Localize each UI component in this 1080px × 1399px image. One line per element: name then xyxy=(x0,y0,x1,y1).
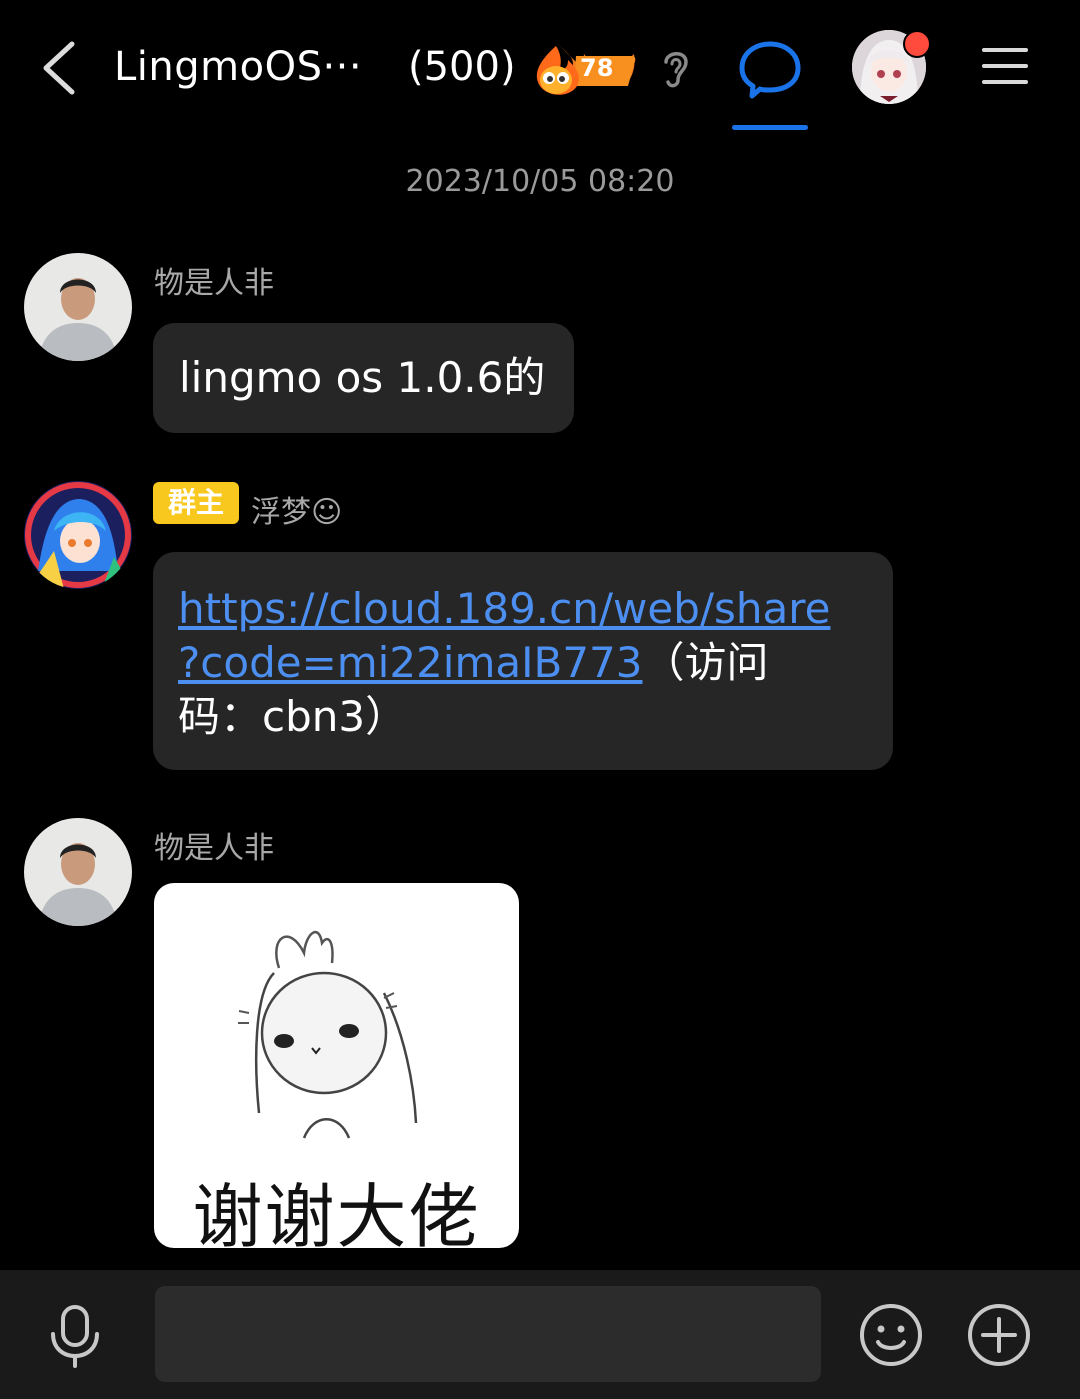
member-count: (500) xyxy=(408,44,516,90)
sender-name: 物是人非 xyxy=(154,266,274,301)
ear-icon[interactable] xyxy=(658,46,694,90)
sender-name: 浮梦☺ xyxy=(251,495,343,530)
sender-avatar[interactable] xyxy=(24,253,132,361)
message-bubble[interactable]: lingmo os 1.0.6的 xyxy=(153,323,574,433)
rabbit-sticker-icon xyxy=(238,930,418,1139)
sender-avatar[interactable] xyxy=(24,818,132,926)
fire-level: 78 xyxy=(580,54,614,82)
plus-icon[interactable] xyxy=(966,1302,1032,1368)
microphone-icon[interactable] xyxy=(46,1304,104,1370)
sticker-image[interactable]: 谢谢大佬 xyxy=(154,883,519,1248)
notification-dot xyxy=(903,30,931,58)
message-text: 码：cbn3） xyxy=(178,692,408,741)
message-bubble[interactable]: https://cloud.189.cn/web/share ?code=mi2… xyxy=(153,552,893,770)
message-text: （访问 xyxy=(642,638,769,687)
share-link[interactable]: https://cloud.189.cn/web/share xyxy=(178,584,830,633)
chat-header: LingmoOS··· (500) 78 xyxy=(0,0,1080,140)
emoji-icon[interactable] xyxy=(858,1302,924,1368)
active-tab-indicator xyxy=(732,125,808,130)
sticker-caption: 谢谢大佬 xyxy=(192,1176,481,1248)
group-owner-badge: 群主 xyxy=(153,482,239,524)
sender-avatar[interactable] xyxy=(24,481,132,589)
fire-level-badge[interactable]: 78 xyxy=(528,40,638,98)
back-arrow-icon[interactable] xyxy=(34,38,94,98)
chat-bubble-icon[interactable] xyxy=(738,40,802,100)
sender-name: 物是人非 xyxy=(154,831,274,866)
share-link-code[interactable]: ?code=mi22imaIB773 xyxy=(178,638,642,687)
menu-icon[interactable] xyxy=(982,48,1028,88)
message-timestamp: 2023/10/05 08:20 xyxy=(405,164,675,199)
group-title[interactable]: LingmoOS··· xyxy=(114,44,362,90)
input-bar xyxy=(0,1270,1080,1399)
message-input[interactable] xyxy=(155,1286,821,1382)
